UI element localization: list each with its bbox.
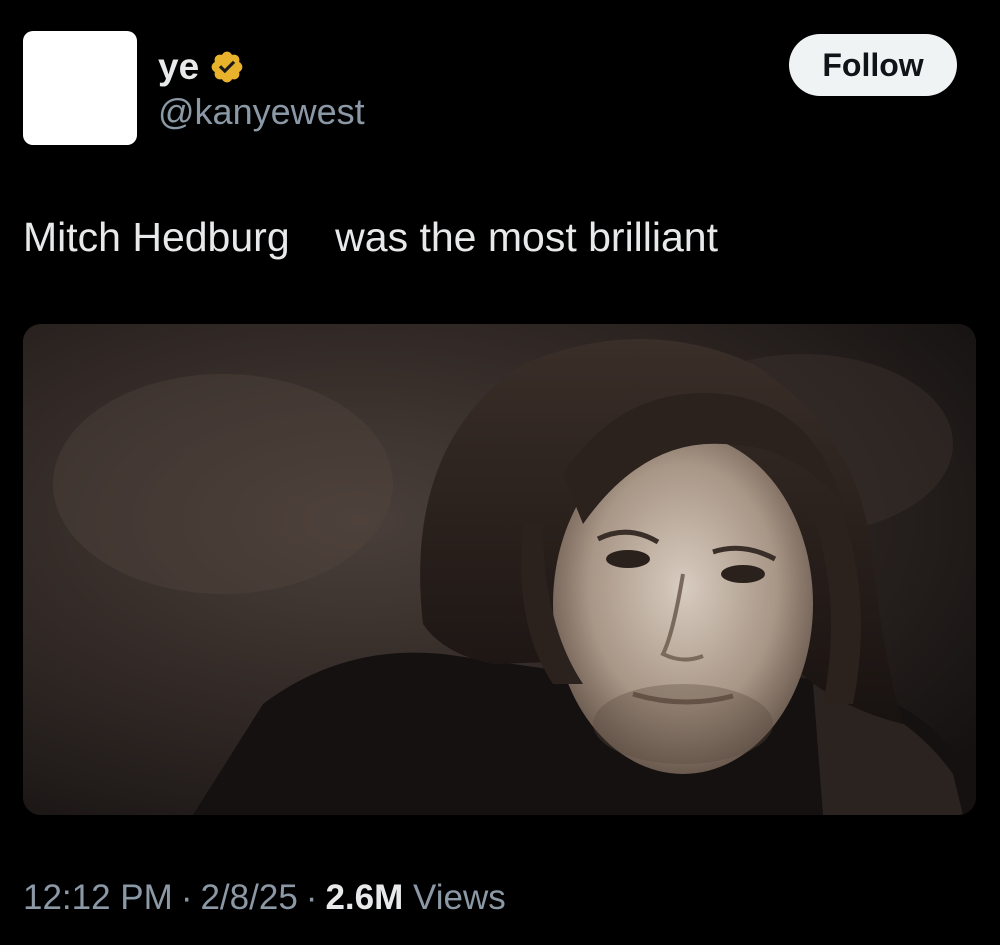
- views-label: Views: [412, 878, 506, 917]
- author-display-name[interactable]: ye: [158, 44, 199, 90]
- tweet-text: Mitch Hedburg was the most brilliant: [23, 214, 718, 260]
- tweet-media-photo[interactable]: [23, 324, 976, 815]
- portrait-photo: [23, 324, 976, 815]
- tweet-meta: 12:12 PM · 2/8/25 · 2.6M Views: [23, 876, 506, 920]
- verified-badge-icon[interactable]: [209, 49, 245, 85]
- author-name-row: ye: [158, 44, 245, 90]
- views-count[interactable]: 2.6M: [325, 878, 403, 917]
- tweet-date[interactable]: 2/8/25: [200, 878, 297, 917]
- follow-button[interactable]: Follow: [789, 34, 957, 96]
- meta-separator: ·: [180, 878, 193, 917]
- author-handle[interactable]: @kanyewest: [158, 92, 365, 132]
- avatar[interactable]: [23, 31, 137, 145]
- meta-separator: ·: [305, 878, 318, 917]
- tweet-time[interactable]: 12:12 PM: [23, 878, 173, 917]
